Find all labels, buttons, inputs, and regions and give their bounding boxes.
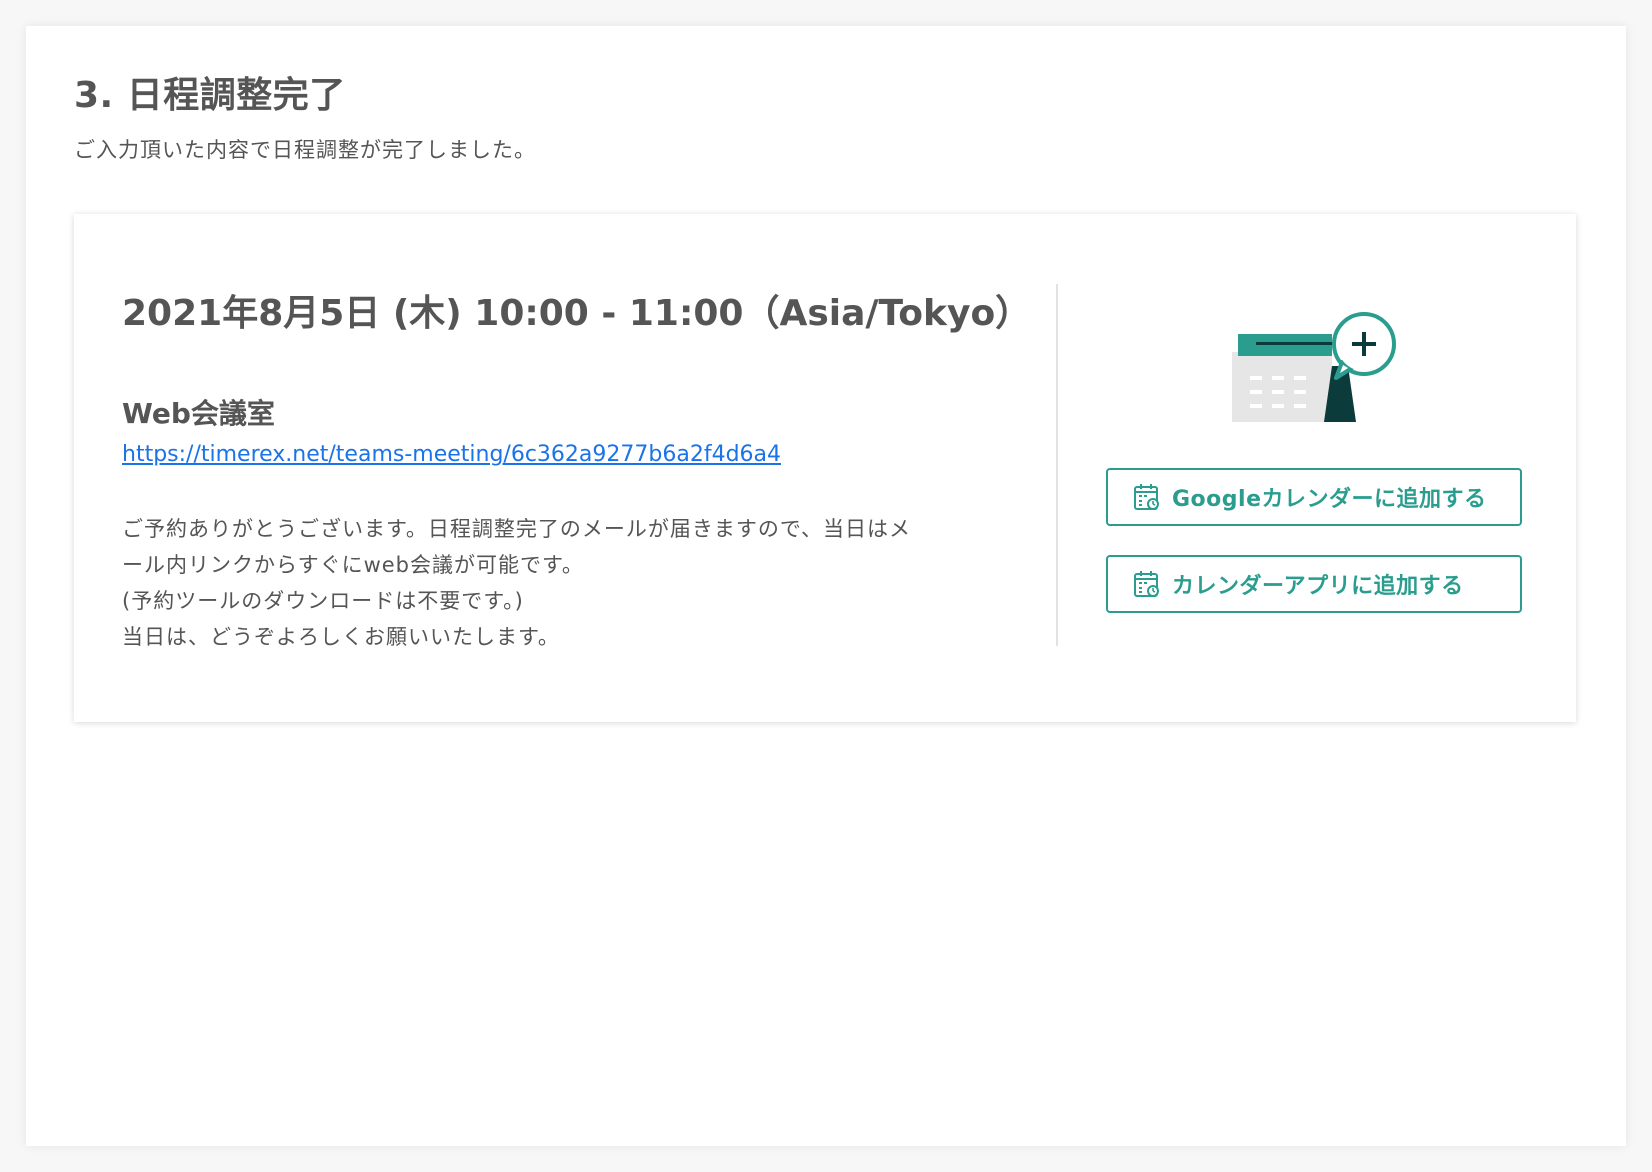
add-to-calendar-app-label: カレンダーアプリに追加する	[1172, 574, 1464, 599]
add-to-google-calendar-button[interactable]: Googleカレンダーに追加する	[1106, 468, 1522, 526]
meeting-url-link[interactable]: https://timerex.net/teams-meeting/6c362a…	[122, 442, 781, 467]
booking-card: 2021年8月5日 (木) 10:00 - 11:00（Asia/Tokyo） …	[74, 214, 1576, 722]
message-line: (予約ツールのダウンロードは不要です。)	[122, 589, 524, 613]
add-to-calendar-app-button[interactable]: カレンダーアプリに追加する	[1106, 555, 1522, 613]
calendar-icon	[1134, 484, 1159, 510]
meeting-room-label: Web会議室	[122, 397, 275, 430]
message-line: 当日は、どうぞよろしくお願いいたします。	[122, 625, 560, 649]
page-title: 3. 日程調整完了	[74, 75, 346, 116]
vertical-divider	[1056, 284, 1058, 646]
add-to-google-calendar-label: Googleカレンダーに追加する	[1172, 487, 1487, 512]
page-subtitle: ご入力頂いた内容で日程調整が完了しました。	[74, 138, 536, 162]
booking-details: 2021年8月5日 (木) 10:00 - 11:00（Asia/Tokyo） …	[122, 284, 1032, 655]
message-line: ール内リンクからすぐにweb会議が可能です。	[122, 553, 584, 577]
calendar-add-illustration-icon	[1232, 312, 1396, 422]
message-line: ご予約ありがとうございます。日程調整完了のメールが届きますので、当日はメ	[122, 517, 912, 541]
booking-datetime: 2021年8月5日 (木) 10:00 - 11:00（Asia/Tokyo）	[122, 293, 1032, 334]
confirmation-message: ご予約ありがとうございます。日程調整完了のメールが届きますので、当日はメ ール内…	[122, 511, 1002, 655]
calendar-icon	[1134, 571, 1159, 597]
page: 3. 日程調整完了 ご入力頂いた内容で日程調整が完了しました。 2021年8月5…	[26, 26, 1626, 1146]
